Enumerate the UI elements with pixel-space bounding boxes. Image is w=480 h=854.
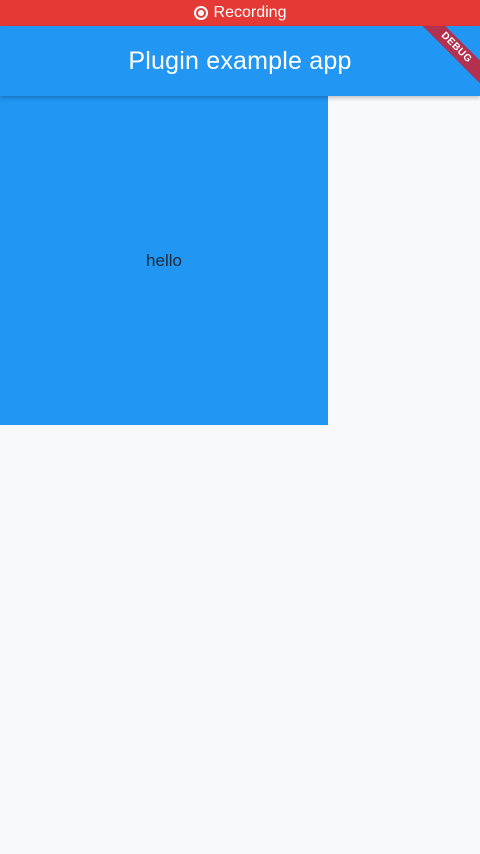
hello-container: hello: [0, 96, 328, 425]
hello-text: hello: [146, 250, 182, 270]
record-icon: [193, 6, 208, 20]
status-bar: Recording: [0, 0, 480, 26]
app-title: Plugin example app: [128, 46, 352, 75]
app-bar: Plugin example app DEBUG: [0, 26, 480, 96]
recording-label: Recording: [213, 4, 287, 21]
debug-banner: DEBUG: [414, 26, 480, 90]
